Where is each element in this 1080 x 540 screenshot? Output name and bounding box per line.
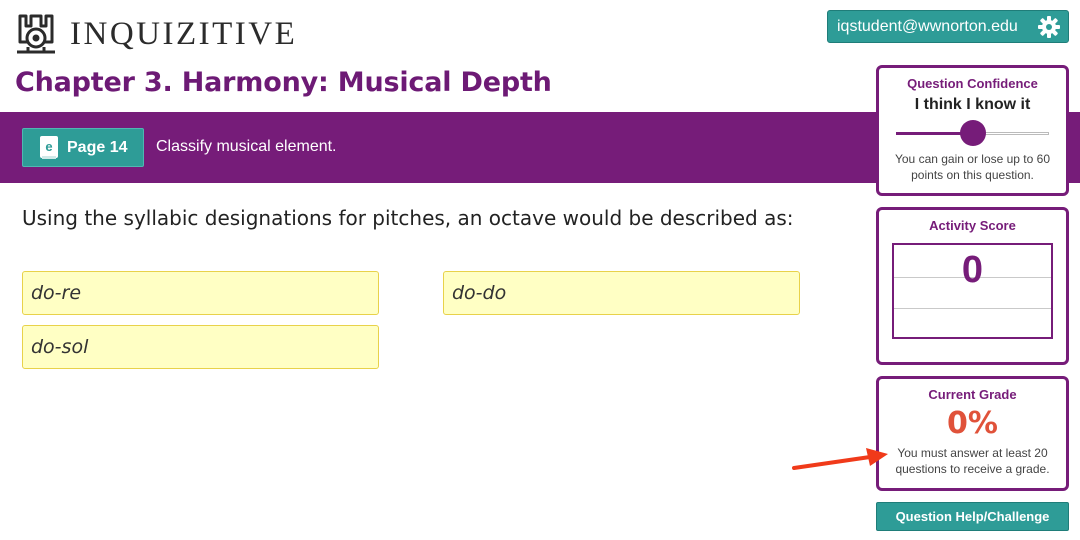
activity-score-panel: Activity Score 0 (876, 207, 1069, 365)
confidence-note: You can gain or lose up to 60 points on … (894, 152, 1050, 182)
annotation-arrow-icon (792, 448, 888, 470)
ebook-icon: e (40, 135, 58, 159)
score-display: 0 (892, 243, 1053, 339)
user-email: iqstudent@wwnorton.edu (837, 17, 1018, 35)
question-help-button[interactable]: Question Help/Challenge (876, 502, 1069, 531)
confidence-slider[interactable] (896, 120, 1049, 146)
question-confidence-panel: Question Confidence I think I know it Yo… (876, 65, 1069, 196)
page-label: Page 14 (67, 138, 128, 156)
activity-score-value: 0 (961, 249, 984, 291)
current-grade-panel: Current Grade 0% You must answer at leas… (876, 376, 1069, 491)
question-text: Using the syllabic designations for pitc… (22, 206, 794, 230)
confidence-value: I think I know it (914, 96, 1031, 113)
user-account-button[interactable]: iqstudent@wwnorton.edu (827, 10, 1069, 43)
slider-thumb[interactable] (960, 120, 986, 146)
answer-option[interactable]: do-sol (22, 325, 379, 369)
answer-option[interactable]: do-do (443, 271, 800, 315)
current-grade-title: Current Grade (928, 387, 1017, 402)
svg-text:e: e (45, 139, 52, 154)
answer-option[interactable]: do-re (22, 271, 379, 315)
logo: INQUIZITIVE (14, 12, 297, 56)
activity-score-title: Activity Score (929, 218, 1016, 233)
gear-icon[interactable] (1037, 15, 1061, 39)
score-divider (894, 308, 1051, 309)
inquizitive-mascot-icon (17, 14, 55, 54)
logo-text: INQUIZITIVE (70, 15, 298, 52)
grade-note: You must answer at least 20 questions to… (895, 446, 1050, 476)
ebook-page-button[interactable]: e Page 14 (22, 128, 144, 167)
current-grade-value: 0% (947, 406, 998, 441)
question-instruction: Classify musical element. (156, 138, 337, 155)
confidence-title: Question Confidence (907, 76, 1038, 91)
chapter-title: Chapter 3. Harmony: Musical Depth (15, 67, 552, 98)
